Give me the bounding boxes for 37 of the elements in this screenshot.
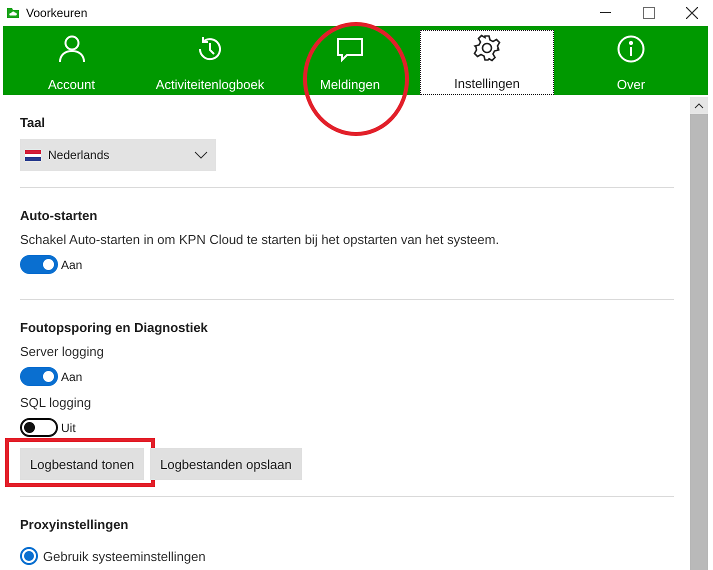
scroll-up-button[interactable] bbox=[690, 97, 708, 114]
chevron-down-icon bbox=[194, 151, 208, 159]
minimize-icon bbox=[600, 12, 611, 14]
close-icon bbox=[686, 7, 698, 19]
maximize-icon bbox=[642, 7, 654, 19]
toggle-state-label: Aan bbox=[61, 258, 82, 272]
toggle-state-label: Aan bbox=[61, 370, 82, 384]
section-heading: Foutopsporing en Diagnostiek bbox=[20, 320, 209, 335]
toggle-switch[interactable] bbox=[20, 418, 58, 437]
language-dropdown[interactable]: Nederlands bbox=[20, 139, 216, 171]
window-title: Voorkeuren bbox=[26, 6, 88, 20]
flag-icon bbox=[25, 150, 41, 160]
settings-icon bbox=[473, 34, 501, 62]
setting-description: Schakel Auto-starten in om KPN Cloud te starten bij het opstarten van het systeem. bbox=[20, 232, 500, 247]
nav-tab[interactable]: Account bbox=[3, 26, 140, 95]
log-button[interactable]: Logbestand tonen bbox=[20, 448, 144, 480]
nav-tab[interactable]: Activiteitenlogboek bbox=[140, 26, 280, 95]
history-icon bbox=[196, 35, 224, 63]
nav-tab[interactable]: Over bbox=[554, 26, 708, 95]
setting-label: SQL logging bbox=[20, 395, 92, 410]
person-icon bbox=[58, 35, 84, 63]
section-heading: Proxyinstellingen bbox=[20, 517, 130, 532]
toggle-switch[interactable] bbox=[20, 255, 58, 274]
toggle-state-label: Uit bbox=[61, 420, 76, 434]
toggle-switch[interactable] bbox=[20, 367, 58, 386]
section-heading: Taal bbox=[20, 115, 46, 130]
cloud-app-icon bbox=[6, 7, 20, 19]
nav-tab[interactable]: Instellingen bbox=[420, 30, 554, 95]
scrollbar[interactable] bbox=[690, 97, 708, 570]
nav-tab[interactable]: Meldingen bbox=[280, 26, 420, 95]
info-icon bbox=[617, 35, 645, 63]
proxy-radio-option[interactable]: Gebruik systeeminstellingen bbox=[20, 547, 674, 565]
setting-label: Server logging bbox=[20, 344, 105, 359]
chevron-up-icon bbox=[694, 102, 704, 108]
section-heading: Auto-starten bbox=[20, 208, 98, 223]
chat-bubble-icon bbox=[336, 37, 364, 63]
log-button[interactable]: Logbestanden opslaan bbox=[150, 448, 302, 480]
